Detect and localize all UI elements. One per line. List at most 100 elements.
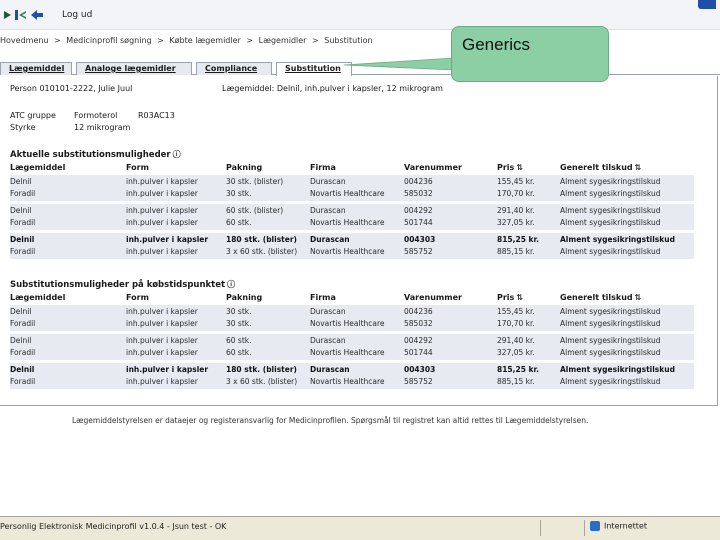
table-cell: inh.pulver i kapsler — [126, 348, 198, 357]
column-header: Firma — [310, 293, 336, 302]
table-cell: 585032 — [404, 189, 433, 198]
internet-zone-icon — [590, 521, 600, 531]
table-cell: Alment sygesikringstilskud — [560, 235, 675, 244]
zone-label: Internettet — [604, 521, 647, 531]
help-icon[interactable]: ⓘ — [227, 279, 235, 290]
table-cell: 180 stk. (blister) — [226, 365, 297, 374]
column-header-label: Lægemiddel — [10, 163, 66, 172]
table-cell: Alment sygesikringstilskud — [560, 218, 661, 227]
table-cell: 885,15 kr. — [497, 377, 535, 386]
column-header: Form — [126, 293, 149, 302]
breadcrumb-item[interactable]: Hovedmenu — [0, 36, 49, 45]
table-cell: 327,05 kr. — [497, 348, 535, 357]
table-cell: 155,45 kr. — [497, 307, 535, 316]
column-header-label: Varenummer — [404, 163, 462, 172]
footer-disclaimer: Lægemiddelstyrelsen er dataejer og regis… — [72, 416, 589, 425]
breadcrumb-separator: > — [312, 36, 319, 45]
table-cell: 004292 — [404, 336, 433, 345]
table-cell: Novartis Healthcare — [310, 189, 385, 198]
table-cell: 885,15 kr. — [497, 247, 535, 256]
column-header-label: Pakning — [226, 163, 263, 172]
table-cell: Alment sygesikringstilskud — [560, 319, 661, 328]
breadcrumb-item[interactable]: Lægemidler — [259, 36, 307, 45]
table-cell: Delnil — [10, 206, 32, 215]
table-cell: 155,45 kr. — [497, 177, 535, 186]
column-header[interactable]: Generelt tilskud ⇅ — [560, 163, 641, 172]
tab-substitution[interactable]: Substitution — [276, 62, 352, 76]
table-cell: Durascan — [310, 177, 346, 186]
table-cell: 60 stk. — [226, 218, 252, 227]
table-cell: 815,25 kr. — [497, 365, 540, 374]
table-cell: 30 stk. — [226, 319, 252, 328]
table-cell: Durascan — [310, 235, 350, 244]
table-cell: 30 stk. — [226, 307, 252, 316]
table-cell: inh.pulver i kapsler — [126, 206, 198, 215]
column-header: Lægemiddel — [10, 163, 65, 172]
tab-analoge-laegemidler[interactable]: Analoge lægemidler — [76, 62, 192, 75]
sort-icon[interactable]: ⇅ — [516, 163, 523, 172]
table-cell: 004303 — [404, 365, 436, 374]
table-cell: 30 stk. — [226, 189, 252, 198]
table-cell: inh.pulver i kapsler — [126, 177, 198, 186]
column-header: Lægemiddel — [10, 293, 65, 302]
column-header: Pakning — [226, 293, 262, 302]
table-cell: inh.pulver i kapsler — [126, 319, 198, 328]
exit-door-icon[interactable] — [14, 9, 28, 21]
table-cell: 815,25 kr. — [497, 235, 540, 244]
atc-name: Formoterol — [74, 111, 118, 120]
table-cell: Alment sygesikringstilskud — [560, 247, 661, 256]
tab-compliance[interactable]: Compliance — [196, 62, 272, 75]
breadcrumb-item[interactable]: Medicinprofil søgning — [66, 36, 151, 45]
column-header[interactable]: Pris ⇅ — [497, 293, 523, 302]
table-cell: Foradil — [10, 247, 36, 256]
toolbar: Log ud — [0, 0, 720, 30]
status-divider — [540, 520, 541, 536]
tab-laegemiddel[interactable]: Lægemiddel — [0, 62, 72, 75]
table-cell: 170,70 kr. — [497, 319, 535, 328]
table-cell: Foradil — [10, 377, 36, 386]
sort-icon[interactable]: ⇅ — [516, 293, 523, 302]
status-divider — [584, 520, 585, 536]
person-value: 010101-2222, Julie Juul — [39, 84, 133, 93]
table-cell: 60 stk. — [226, 348, 252, 357]
breadcrumb-item[interactable]: Købte lægemidler — [169, 36, 240, 45]
column-header-label: Pris — [497, 293, 515, 302]
table-cell: 585752 — [404, 377, 433, 386]
help-icon[interactable]: ⓘ — [173, 149, 181, 160]
table-cell: Novartis Healthcare — [310, 348, 385, 357]
column-header-label: Pakning — [226, 293, 263, 302]
atc-code: R03AC13 — [138, 111, 175, 120]
sort-icon[interactable]: ⇅ — [635, 163, 642, 172]
table-cell: Foradil — [10, 189, 36, 198]
table-cell: inh.pulver i kapsler — [126, 307, 198, 316]
column-header: Firma — [310, 163, 336, 172]
security-zone: Internettet — [590, 521, 647, 531]
column-header-label: Form — [126, 163, 149, 172]
section-title-text: Substitutionsmuligheder på købstidspunkt… — [10, 280, 226, 290]
table-cell: 60 stk. — [226, 336, 252, 345]
table-cell: Alment sygesikringstilskud — [560, 365, 675, 374]
table-cell: Durascan — [310, 365, 350, 374]
column-header: Varenummer — [404, 293, 462, 302]
section-title: Substitutionsmuligheder på købstidspunkt… — [10, 279, 235, 290]
table-cell: Alment sygesikringstilskud — [560, 307, 661, 316]
table-cell: inh.pulver i kapsler — [126, 235, 209, 244]
table-cell: Alment sygesikringstilskud — [560, 348, 661, 357]
table-cell: 3 x 60 stk. (blister) — [226, 247, 298, 256]
drug-value: Delnil, inh.pulver i kapsler, 12 mikrogr… — [276, 84, 443, 93]
column-header-label: Varenummer — [404, 293, 462, 302]
column-header[interactable]: Generelt tilskud ⇅ — [560, 293, 641, 302]
table-cell: Foradil — [10, 319, 36, 328]
column-header[interactable]: Pris ⇅ — [497, 163, 523, 172]
window-control[interactable] — [698, 0, 716, 9]
sort-icon[interactable]: ⇅ — [635, 293, 642, 302]
back-arrow-icon[interactable] — [30, 9, 44, 21]
generics-callout: Generics — [451, 26, 609, 82]
table-cell: Durascan — [310, 206, 346, 215]
column-header-label: Form — [126, 293, 149, 302]
table-cell: 004236 — [404, 177, 433, 186]
table-cell: Foradil — [10, 218, 36, 227]
logout-link[interactable]: Log ud — [62, 10, 92, 20]
strength-label: Styrke — [10, 123, 36, 132]
table-cell: 327,05 kr. — [497, 218, 535, 227]
